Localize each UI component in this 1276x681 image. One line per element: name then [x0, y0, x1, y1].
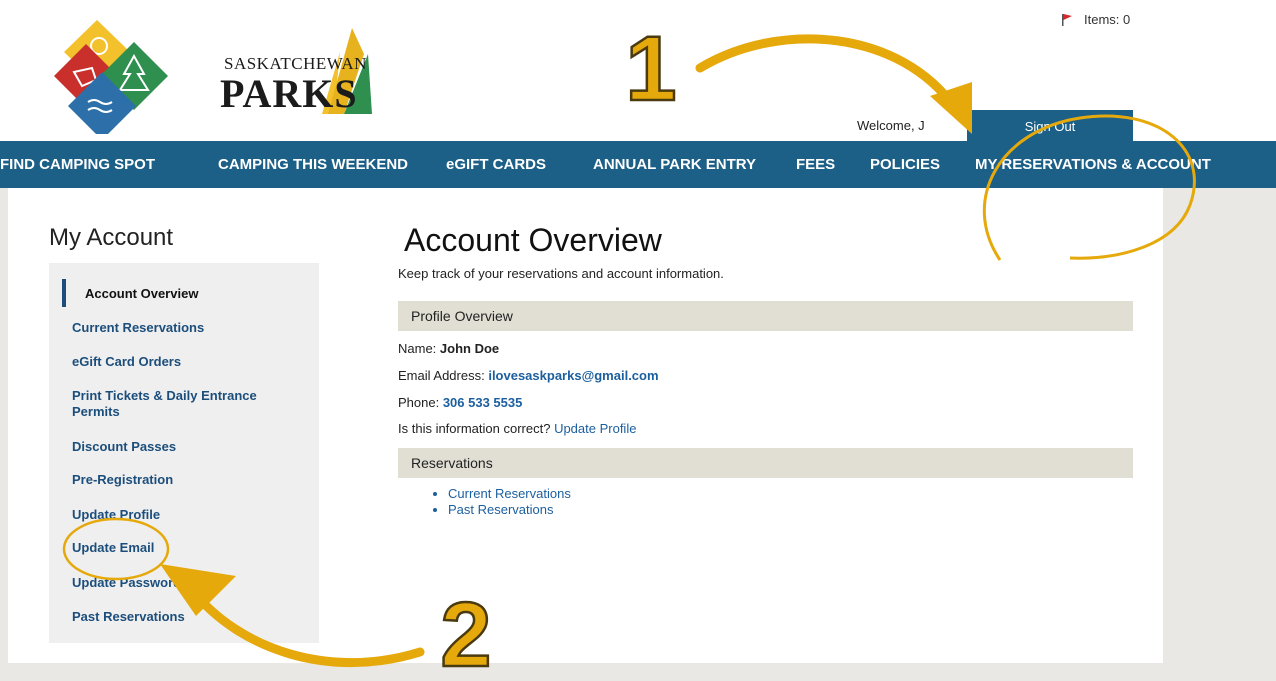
- profile-overview-header-text: Profile Overview: [411, 308, 513, 324]
- name-label: Name:: [398, 341, 440, 356]
- nav-find-camping-spot[interactable]: FIND CAMPING SPOT: [0, 141, 155, 188]
- sidebar-item-account-overview[interactable]: Account Overview: [85, 286, 198, 302]
- reservations-header-text: Reservations: [411, 455, 493, 471]
- phone-label: Phone:: [398, 395, 443, 410]
- sidebar-item-update-email[interactable]: Update Email: [72, 540, 154, 556]
- confirm-question: Is this information correct?: [398, 421, 555, 436]
- sidebar-item-past-reservations[interactable]: Past Reservations: [72, 609, 185, 625]
- sidebar-item-pre-registration[interactable]: Pre-Registration: [72, 472, 173, 488]
- sidebar-item-update-profile[interactable]: Update Profile: [72, 507, 160, 523]
- cart-items-count: Items: 0: [1084, 12, 1131, 27]
- nav-fees[interactable]: FEES: [796, 141, 835, 188]
- site-header: SASKATCHEWAN PARKS Items: 0 Welcome, J S…: [0, 0, 1276, 142]
- welcome-text: Welcome, J: [857, 118, 925, 133]
- logo-text-parks: PARKS: [220, 71, 358, 116]
- sidebar-item-print-tickets[interactable]: Print Tickets & Daily Entrance: [72, 388, 257, 404]
- current-reservations-link[interactable]: Current Reservations: [448, 486, 571, 502]
- nav-annual-park-entry[interactable]: ANNUAL PARK ENTRY: [593, 141, 756, 188]
- sidebar-item-print-tickets-line2[interactable]: Permits: [72, 404, 120, 420]
- saskatchewan-parks-logo[interactable]: SASKATCHEWAN PARKS: [52, 14, 382, 140]
- active-item-marker: [62, 279, 66, 307]
- email-label: Email Address:: [398, 368, 489, 383]
- sidebar-item-current-reservations[interactable]: Current Reservations: [72, 320, 204, 336]
- main-navigation: FIND CAMPING SPOT CAMPING THIS WEEKEND e…: [0, 141, 1276, 188]
- sidebar-item-discount-passes[interactable]: Discount Passes: [72, 439, 176, 455]
- reservations-list: Current Reservations Past Reservations: [432, 486, 571, 518]
- cart-indicator[interactable]: Items: 0: [1060, 12, 1130, 27]
- nav-camping-this-weekend[interactable]: CAMPING THIS WEEKEND: [218, 141, 408, 188]
- nav-my-reservations-account[interactable]: MY RESERVATIONS & ACCOUNT: [975, 141, 1211, 188]
- sidebar-title: My Account: [49, 224, 174, 251]
- page-title: Account Overview: [404, 222, 662, 258]
- profile-overview-header: Profile Overview: [398, 301, 1133, 331]
- name-value: John Doe: [439, 341, 500, 356]
- profile-email-row: Email Address: ilovesaskparks@gmail.com: [398, 368, 659, 383]
- flag-icon: [1062, 13, 1072, 26]
- reservations-header: Reservations: [398, 448, 1133, 478]
- profile-confirm-row: Is this information correct? Update Prof…: [398, 421, 636, 436]
- nav-egift-cards[interactable]: eGIFT CARDS: [446, 141, 546, 188]
- profile-name-row: Name: John Doe: [398, 341, 499, 356]
- sidebar-item-update-password[interactable]: Update Password: [72, 575, 181, 591]
- sign-out-button[interactable]: Sign Out: [967, 110, 1133, 142]
- nav-policies[interactable]: POLICIES: [870, 141, 940, 188]
- email-value[interactable]: ilovesaskparks@gmail.com: [488, 368, 658, 383]
- past-reservations-link[interactable]: Past Reservations: [448, 502, 571, 518]
- page-subtitle: Keep track of your reservations and acco…: [398, 266, 724, 281]
- update-profile-link[interactable]: Update Profile: [554, 421, 636, 436]
- profile-phone-row: Phone: 306 533 5535: [398, 395, 522, 410]
- sidebar-item-egift-card-orders[interactable]: eGift Card Orders: [72, 354, 181, 370]
- phone-value[interactable]: 306 533 5535: [443, 395, 523, 410]
